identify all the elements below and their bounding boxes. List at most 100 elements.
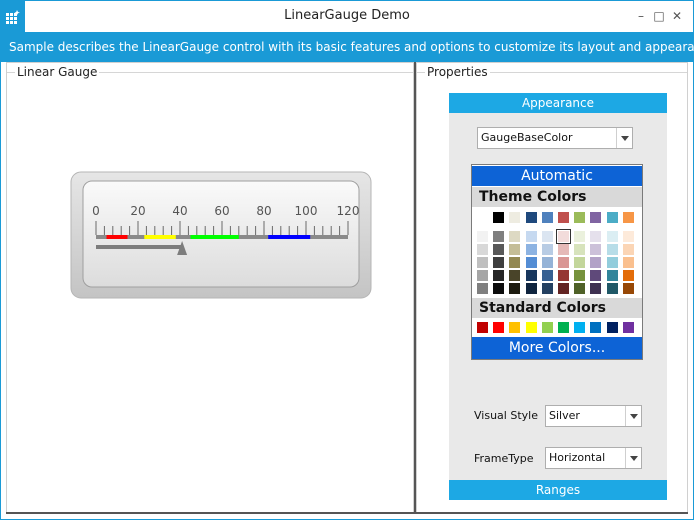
window-title: LinearGauge Demo — [284, 8, 410, 23]
theme-shade-swatch[interactable] — [541, 244, 553, 255]
theme-shade-swatch[interactable] — [525, 257, 537, 268]
theme-shade-swatch[interactable] — [606, 257, 618, 268]
theme-shade-swatch[interactable] — [606, 244, 618, 255]
standard-color-swatch[interactable] — [509, 322, 521, 333]
theme-shade-swatch[interactable] — [525, 283, 537, 294]
theme-shade-swatch[interactable] — [509, 257, 521, 268]
theme-shade-swatch[interactable] — [574, 231, 586, 242]
theme-shade-swatch[interactable] — [541, 270, 553, 281]
theme-shade-swatch[interactable] — [574, 283, 586, 294]
theme-shade-swatch[interactable] — [622, 231, 634, 242]
theme-color-swatch[interactable] — [606, 212, 618, 223]
theme-shade-swatch[interactable] — [477, 257, 488, 268]
visual-style-label: Visual Style — [474, 409, 538, 422]
theme-shade-swatch[interactable] — [493, 257, 505, 268]
theme-shade-swatch[interactable] — [477, 283, 488, 294]
gauge-range-2 — [190, 235, 239, 239]
theme-shade-swatch[interactable] — [558, 283, 569, 294]
theme-color-swatch[interactable] — [493, 212, 505, 223]
maximize-button[interactable]: □ — [652, 9, 666, 23]
standard-colors-header: Standard Colors — [472, 298, 642, 318]
standard-color-swatch[interactable] — [590, 322, 602, 333]
theme-shade-swatch[interactable] — [574, 244, 586, 255]
chevron-down-icon[interactable] — [625, 448, 641, 468]
theme-shade-swatch[interactable] — [509, 244, 521, 255]
standard-color-swatch[interactable] — [525, 322, 537, 333]
theme-shade-swatch[interactable] — [622, 257, 634, 268]
theme-shade-swatch[interactable] — [493, 244, 505, 255]
theme-shade-swatch[interactable] — [590, 257, 602, 268]
theme-shade-swatch[interactable] — [541, 231, 553, 242]
more-colors-button[interactable]: More Colors... — [472, 337, 642, 359]
linear-gauge: 0 20 40 60 80 100 120 — [70, 171, 372, 299]
property-selector-combo[interactable]: GaugeBaseColor — [477, 127, 633, 149]
chevron-down-icon[interactable] — [625, 406, 641, 426]
frametype-combo[interactable]: Horizontal — [545, 447, 642, 469]
theme-shade-swatch[interactable] — [525, 270, 537, 281]
theme-color-swatch[interactable] — [525, 212, 537, 223]
theme-shade-swatch[interactable] — [556, 229, 571, 244]
theme-colors-header: Theme Colors — [472, 187, 642, 207]
standard-color-swatch[interactable] — [606, 322, 618, 333]
theme-shade-swatch[interactable] — [590, 231, 602, 242]
gauge-pointer-bar — [96, 245, 183, 249]
minimize-button[interactable]: – — [634, 9, 648, 23]
theme-shade-swatch[interactable] — [541, 257, 553, 268]
theme-shade-swatch[interactable] — [622, 283, 634, 294]
standard-color-swatch[interactable] — [493, 322, 505, 333]
theme-color-swatch[interactable] — [541, 212, 553, 223]
theme-shade-swatch[interactable] — [606, 283, 618, 294]
standard-color-swatch[interactable] — [558, 322, 569, 333]
gauge-range-3 — [268, 235, 311, 239]
theme-shade-swatch[interactable] — [477, 270, 488, 281]
theme-shade-swatch[interactable] — [574, 270, 586, 281]
theme-shade-swatch[interactable] — [525, 244, 537, 255]
theme-shade-swatch[interactable] — [590, 283, 602, 294]
automatic-color-button[interactable]: Automatic — [472, 166, 642, 186]
theme-shade-swatch[interactable] — [493, 231, 505, 242]
theme-color-swatch[interactable] — [622, 212, 634, 223]
standard-color-swatch[interactable] — [574, 322, 586, 333]
theme-color-swatch[interactable] — [574, 212, 586, 223]
theme-shade-swatch[interactable] — [477, 231, 488, 242]
theme-shade-swatch[interactable] — [493, 283, 505, 294]
property-selector-value: GaugeBaseColor — [481, 131, 573, 144]
gauge-scale-label: 20 — [130, 204, 145, 218]
theme-shade-swatch[interactable] — [606, 231, 618, 242]
theme-shade-swatch[interactable] — [509, 231, 521, 242]
chevron-down-icon[interactable] — [616, 128, 632, 148]
theme-color-swatch[interactable] — [509, 212, 521, 223]
theme-shade-swatch[interactable] — [606, 270, 618, 281]
gauge-face — [82, 180, 360, 288]
gauge-range-1 — [144, 235, 176, 239]
standard-color-swatch[interactable] — [477, 322, 488, 333]
linear-gauge-panel-header: Linear Gauge — [15, 65, 100, 79]
theme-color-swatch[interactable] — [590, 212, 602, 223]
properties-panel-header: Properties — [425, 65, 490, 79]
theme-shade-swatch[interactable] — [558, 244, 569, 255]
visual-style-combo[interactable]: Silver — [545, 405, 642, 427]
theme-shade-swatch[interactable] — [509, 270, 521, 281]
theme-shade-swatch[interactable] — [622, 244, 634, 255]
close-button[interactable]: ✕ — [670, 9, 684, 23]
theme-shade-swatch[interactable] — [574, 257, 586, 268]
theme-shade-swatch[interactable] — [509, 283, 521, 294]
theme-shade-swatch[interactable] — [590, 270, 602, 281]
theme-shade-swatch[interactable] — [590, 244, 602, 255]
theme-shade-swatch[interactable] — [525, 231, 537, 242]
ranges-section-header[interactable]: Ranges — [449, 480, 667, 500]
description-banner: Sample describes the LinearGauge control… — [1, 32, 694, 62]
appearance-section-header[interactable]: Appearance — [449, 93, 667, 113]
theme-shade-swatch[interactable] — [493, 270, 505, 281]
theme-shade-swatch[interactable] — [558, 257, 569, 268]
bottom-divider — [6, 512, 688, 514]
theme-color-swatch[interactable] — [558, 212, 569, 223]
theme-shade-swatch[interactable] — [622, 270, 634, 281]
visual-style-value: Silver — [549, 409, 580, 422]
standard-color-swatch[interactable] — [622, 322, 634, 333]
theme-shade-swatch[interactable] — [477, 244, 488, 255]
theme-shade-swatch[interactable] — [541, 283, 553, 294]
theme-shade-swatch[interactable] — [558, 270, 569, 281]
standard-color-swatch[interactable] — [541, 322, 553, 333]
theme-color-swatch[interactable] — [477, 212, 488, 223]
